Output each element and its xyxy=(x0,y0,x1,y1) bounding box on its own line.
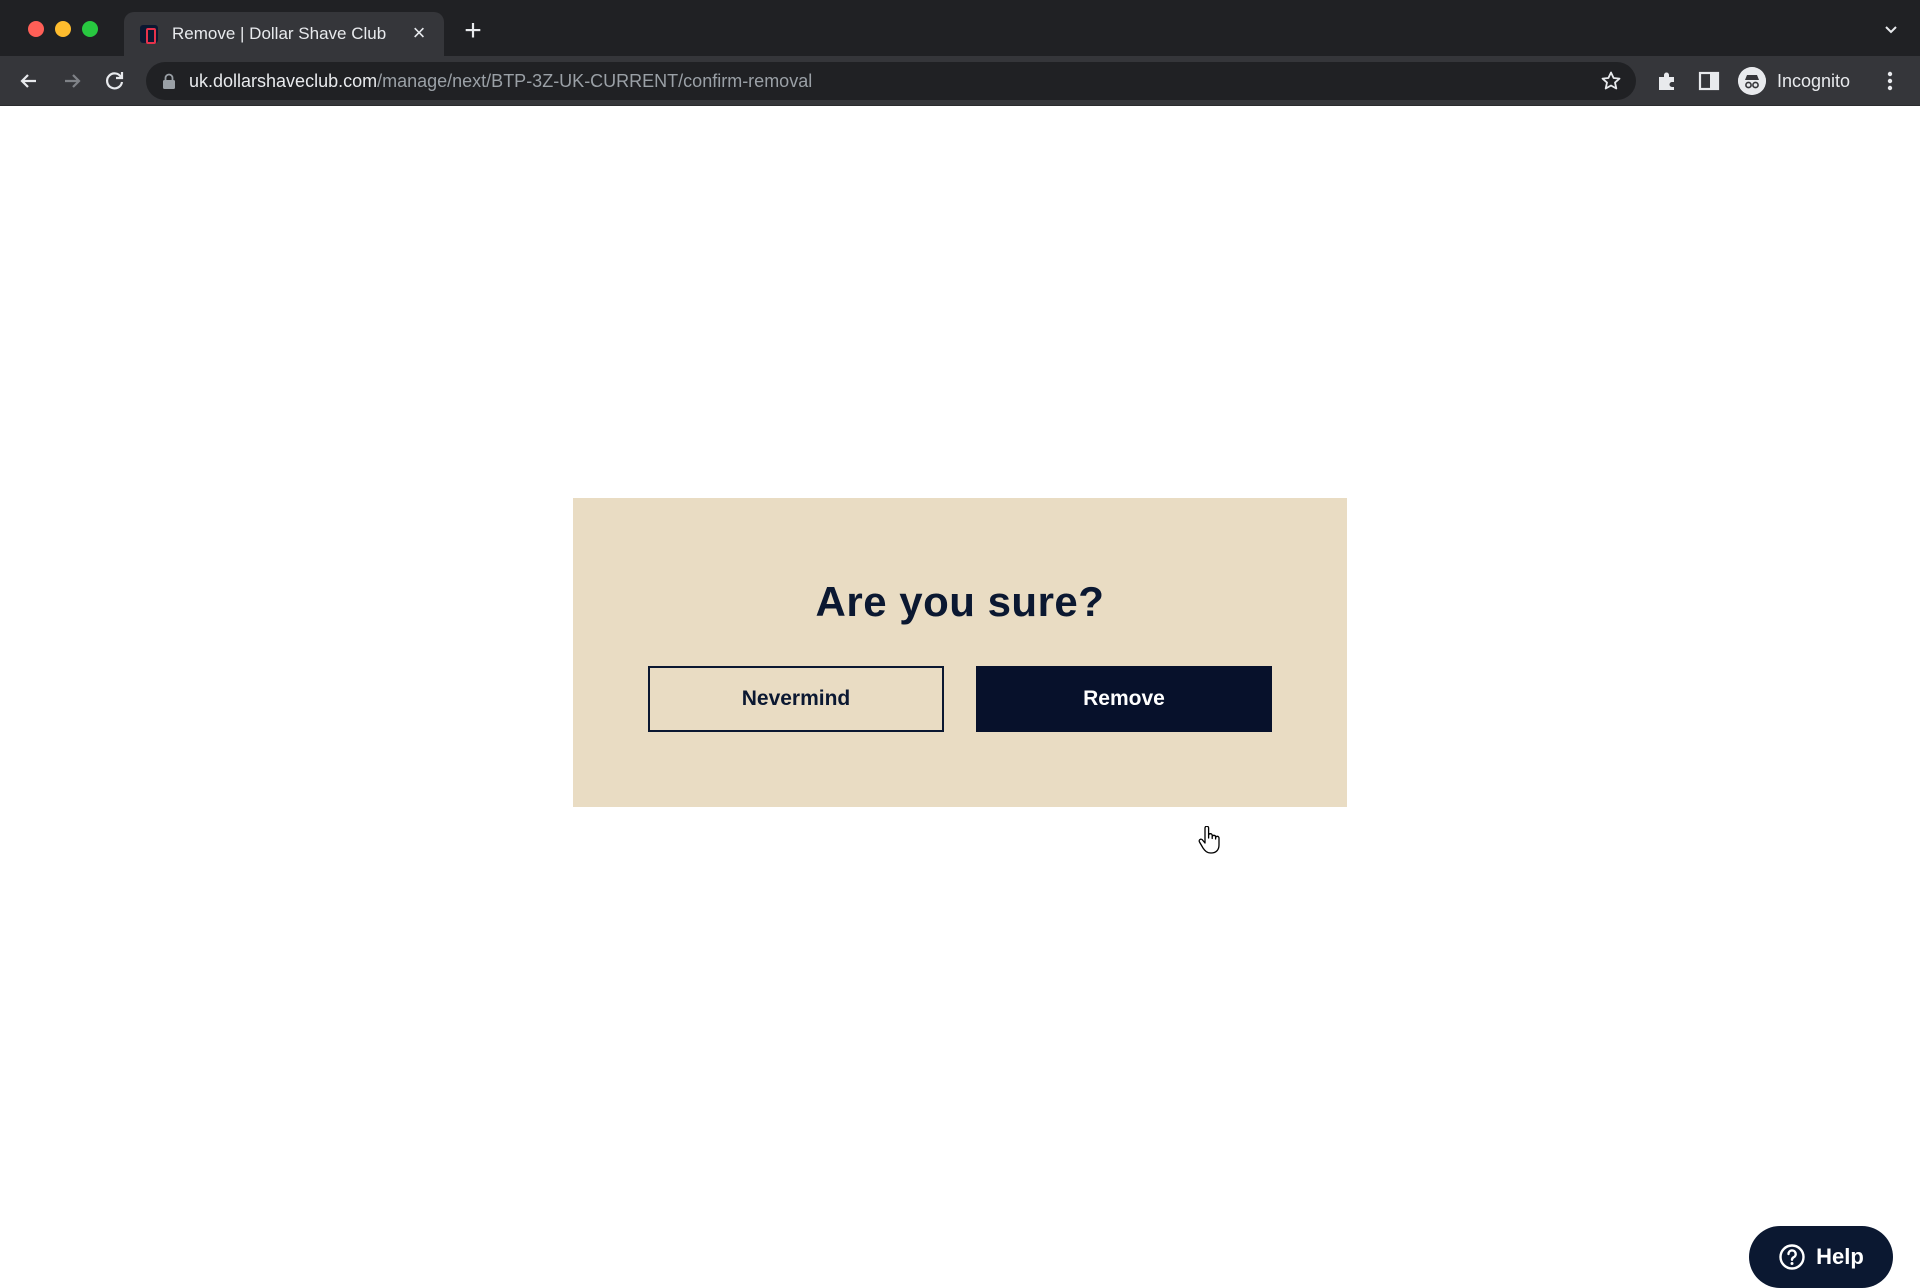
tab-search-chevron-icon[interactable] xyxy=(1882,20,1900,38)
page-content: Are you sure? Nevermind Remove Help xyxy=(0,106,1920,1288)
tab-close-icon[interactable]: × xyxy=(406,20,432,46)
new-tab-icon[interactable]: + xyxy=(458,16,488,46)
url-path: /manage/next/BTP-3Z-UK-CURRENT/confirm-r… xyxy=(377,71,813,91)
remove-button[interactable]: Remove xyxy=(976,666,1272,732)
nevermind-button[interactable]: Nevermind xyxy=(648,666,944,732)
back-arrow-icon[interactable] xyxy=(16,68,42,94)
bookmark-star-icon[interactable] xyxy=(1600,70,1622,92)
help-question-icon xyxy=(1779,1244,1805,1270)
url-text[interactable]: uk.dollarshaveclub.com/manage/next/BTP-3… xyxy=(189,71,812,92)
incognito-profile-button[interactable]: Incognito xyxy=(1736,63,1866,99)
close-window-button[interactable] xyxy=(28,21,44,37)
address-bar[interactable]: uk.dollarshaveclub.com/manage/next/BTP-3… xyxy=(146,62,1636,100)
forward-arrow-icon[interactable] xyxy=(59,68,85,94)
maximize-window-button[interactable] xyxy=(82,21,98,37)
browser-toolbar: uk.dollarshaveclub.com/manage/next/BTP-3… xyxy=(0,56,1920,106)
dollar-shave-club-favicon-icon xyxy=(140,25,158,44)
tab-title: Remove | Dollar Shave Club xyxy=(172,24,387,43)
reload-icon[interactable] xyxy=(102,68,128,94)
browser-tab[interactable]: Remove | Dollar Shave Club × xyxy=(124,12,444,56)
url-host: uk.dollarshaveclub.com xyxy=(189,71,378,91)
help-label: Help xyxy=(1816,1244,1864,1269)
extensions-puzzle-icon[interactable] xyxy=(1654,68,1680,94)
incognito-icon xyxy=(1738,67,1766,95)
minimize-window-button[interactable] xyxy=(55,21,71,37)
lock-icon[interactable] xyxy=(162,73,176,89)
help-button[interactable]: Help xyxy=(1749,1226,1893,1288)
dialog-title: Are you sure? xyxy=(815,578,1105,625)
browser-tab-bar: Remove | Dollar Shave Club × + xyxy=(0,0,1920,56)
confirm-removal-dialog: Are you sure? Nevermind Remove xyxy=(573,498,1347,807)
side-panel-icon[interactable] xyxy=(1696,68,1722,94)
browser-menu-icon[interactable] xyxy=(1880,68,1900,94)
incognito-label: Incognito xyxy=(1777,71,1851,91)
hand-cursor-icon xyxy=(1198,826,1220,854)
